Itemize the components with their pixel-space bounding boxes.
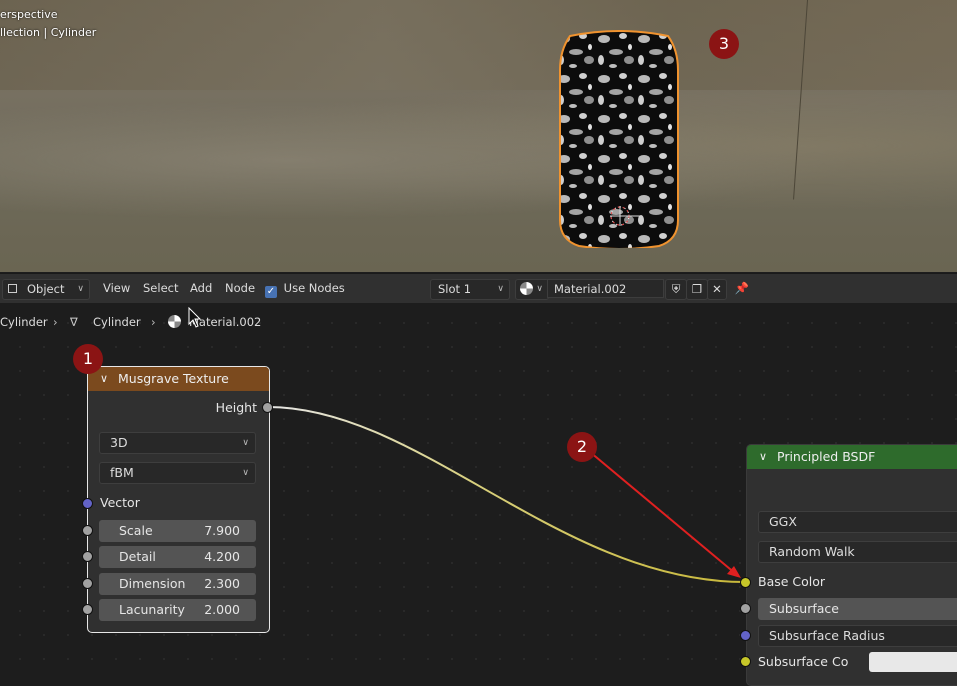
detail-field[interactable]: Detail 4.200 [99,546,256,568]
node-editor-header: Object ∨ View Select Add Node ✓ Use Node… [0,273,957,303]
subsurface-input-socket[interactable] [740,603,751,614]
node-header[interactable]: ∨ Musgrave Texture [88,367,269,391]
dimensions-dropdown[interactable]: 3D ∨ [99,432,256,454]
dimensions-value: 3D [110,435,128,450]
slot-label: Slot 1 [438,282,472,296]
subsurface-radius-input-socket[interactable] [740,630,751,641]
field-label: Lacunarity [119,602,185,617]
type-value: fBM [110,465,134,480]
material-sphere-icon [168,315,181,328]
distribution-value: GGX [769,514,797,529]
fake-user-button[interactable]: ⛨ [665,279,687,300]
object-mode-icon [8,284,17,293]
subsurface-field[interactable]: Subsurface [758,598,957,620]
detail-input-socket[interactable] [82,551,93,562]
base-color-input-socket[interactable] [740,577,751,588]
pin-icon: 📌 [734,281,750,295]
distribution-dropdown[interactable]: GGX [758,511,957,533]
chevron-down-icon: ∨ [536,284,543,294]
musgrave-texture-node[interactable]: ∨ Musgrave Texture Height 3D ∨ fBM ∨ Vec… [87,366,270,633]
field-value: 2.300 [204,576,240,591]
type-dropdown[interactable]: fBM ∨ [99,462,256,484]
pin-button[interactable]: 📌 [733,279,751,298]
menu-view[interactable]: View [103,279,130,298]
scale-input-socket[interactable] [82,525,93,536]
menu-select[interactable]: Select [143,279,178,298]
viewport-view-label: erspective [0,8,58,21]
editor-mode-dropdown[interactable]: Object ∨ [2,279,90,300]
use-nodes-toggle[interactable]: ✓ Use Nodes [265,279,345,298]
field-label: Subsurface [769,601,839,616]
shield-icon: ⛨ [671,282,681,296]
node-title: Principled BSDF [777,449,876,464]
menu-node[interactable]: Node [225,279,255,298]
field-value: 2.000 [204,602,240,617]
subsurface-color-swatch[interactable] [869,652,957,672]
material-browse-dropdown[interactable]: ∨ [515,279,549,300]
editor-mode-label: Object [27,282,65,296]
subsurface-radius-dropdown[interactable]: Subsurface Radius [758,625,957,647]
breadcrumb-object: Cylinder [0,315,48,329]
mouse-cursor-icon [188,307,202,328]
annotation-badge-1: 1 [73,344,103,374]
input-vector-label: Vector [100,495,140,510]
scale-field[interactable]: Scale 7.900 [99,520,256,542]
chevron-down-icon: ∨ [497,284,504,294]
subsurface-method-dropdown[interactable]: Random Walk [758,541,957,563]
chevron-down-icon[interactable]: ∨ [759,445,767,469]
material-name-field[interactable]: Material.002 [547,279,664,298]
field-value: 7.900 [204,523,240,538]
principled-bsdf-node[interactable]: ∨ Principled BSDF GGX Random Walk Base C… [746,444,957,686]
use-nodes-label: Use Nodes [283,281,345,295]
background-blur [0,0,957,90]
breadcrumb-mesh: Cylinder [93,315,141,329]
slot-dropdown[interactable]: Slot 1 ∨ [430,279,510,300]
chevron-down-icon: ∨ [77,284,84,294]
material-name: Material.002 [554,282,627,296]
mesh-icon: ∇ [70,315,78,329]
field-label: Scale [119,523,153,538]
menu-add[interactable]: Add [190,279,212,298]
unlink-material-button[interactable]: ✕ [707,279,727,300]
dimension-input-socket[interactable] [82,578,93,589]
node-header[interactable]: ∨ Principled BSDF [747,445,957,469]
chevron-down-icon: ∨ [242,438,249,448]
chevron-right-icon: › [151,315,156,329]
lacunarity-input-socket[interactable] [82,604,93,615]
3d-viewport[interactable]: erspective llection | Cylinder 3 [0,0,957,272]
base-color-label: Base Color [758,574,826,589]
close-icon: ✕ [712,282,722,296]
duplicate-material-button[interactable]: ❐ [686,279,708,300]
subsurface-method-value: Random Walk [769,544,855,559]
field-label: Detail [119,549,156,564]
field-label: Dimension [119,576,186,591]
chevron-right-icon: › [53,315,58,329]
checkbox-checked-icon[interactable]: ✓ [265,286,277,298]
subsurface-color-label: Subsurface Co [758,654,849,669]
node-title: Musgrave Texture [118,371,229,386]
duplicate-icon: ❐ [691,282,703,296]
cylinder-object[interactable] [556,30,682,248]
lacunarity-field[interactable]: Lacunarity 2.000 [99,599,256,621]
dimension-field[interactable]: Dimension 2.300 [99,573,256,595]
subsurface-radius-label: Subsurface Radius [769,628,885,643]
chevron-down-icon[interactable]: ∨ [100,367,108,391]
field-value: 4.200 [204,549,240,564]
height-output-socket[interactable] [262,402,273,413]
output-height-label: Height [215,400,257,415]
chevron-down-icon: ∨ [242,468,249,478]
material-sphere-icon [520,282,533,295]
annotation-badge-3: 3 [709,29,739,59]
vector-input-socket[interactable] [82,498,93,509]
background-blur [0,90,957,230]
annotation-badge-2: 2 [567,432,597,462]
subsurface-color-input-socket[interactable] [740,656,751,667]
viewport-collection-label: llection | Cylinder [0,26,97,39]
